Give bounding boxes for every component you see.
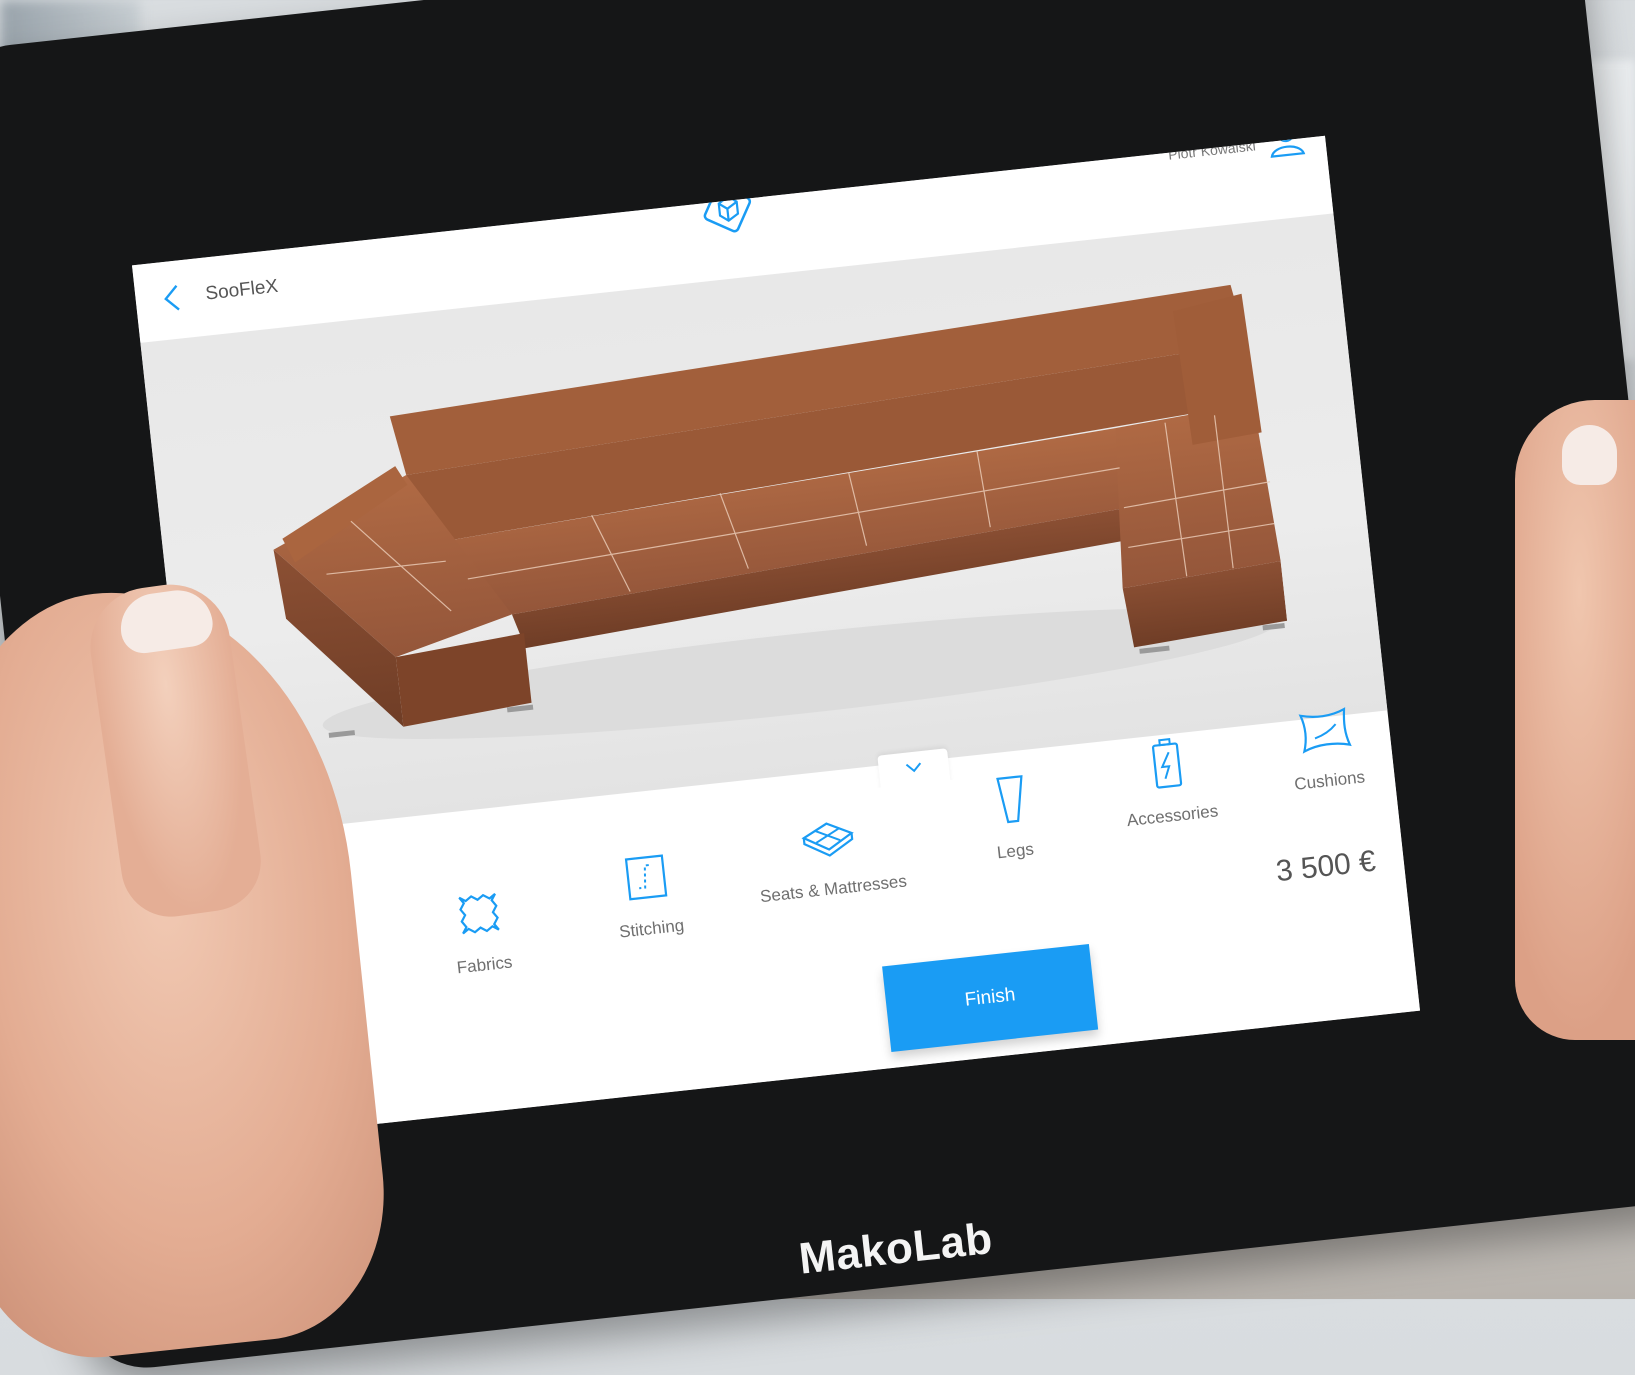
legs-icon (996, 775, 1023, 824)
back-arrow-icon[interactable] (156, 282, 189, 315)
seats-mattresses-icon (801, 822, 854, 857)
app-title: SooFleX (204, 275, 280, 305)
chevron-down-icon (905, 762, 922, 773)
tool-seats-mattresses[interactable]: Seats & Mattresses (725, 797, 934, 910)
tool-fabrics[interactable]: Fabrics (401, 876, 560, 984)
total-price: 3 500 € (1274, 844, 1378, 889)
tool-label: Accessories (1125, 801, 1220, 831)
tool-label: Stitching (618, 915, 686, 942)
tool-accessories[interactable]: Accessories (1089, 727, 1248, 835)
tool-label: Seats & Mattresses (759, 871, 908, 907)
right-hand (1515, 400, 1635, 1040)
brand-watermark: MakoLab (796, 1213, 995, 1284)
tool-label: Cushions (1293, 767, 1366, 794)
tool-label: Fabrics (455, 952, 514, 978)
tool-cushions[interactable]: Cushions (1246, 691, 1405, 799)
cushions-icon (1298, 707, 1352, 754)
tool-stitching[interactable]: Stitching (568, 840, 727, 948)
finish-button[interactable]: Finish (882, 943, 1099, 1052)
stitching-icon (624, 854, 668, 901)
right-thumbnail (1562, 425, 1617, 485)
tool-legs[interactable]: Legs (932, 762, 1091, 870)
tool-label: Legs (996, 839, 1035, 863)
sofa-3d-model[interactable] (244, 263, 1293, 790)
fabrics-icon (458, 893, 500, 935)
accessories-icon (1151, 738, 1183, 789)
